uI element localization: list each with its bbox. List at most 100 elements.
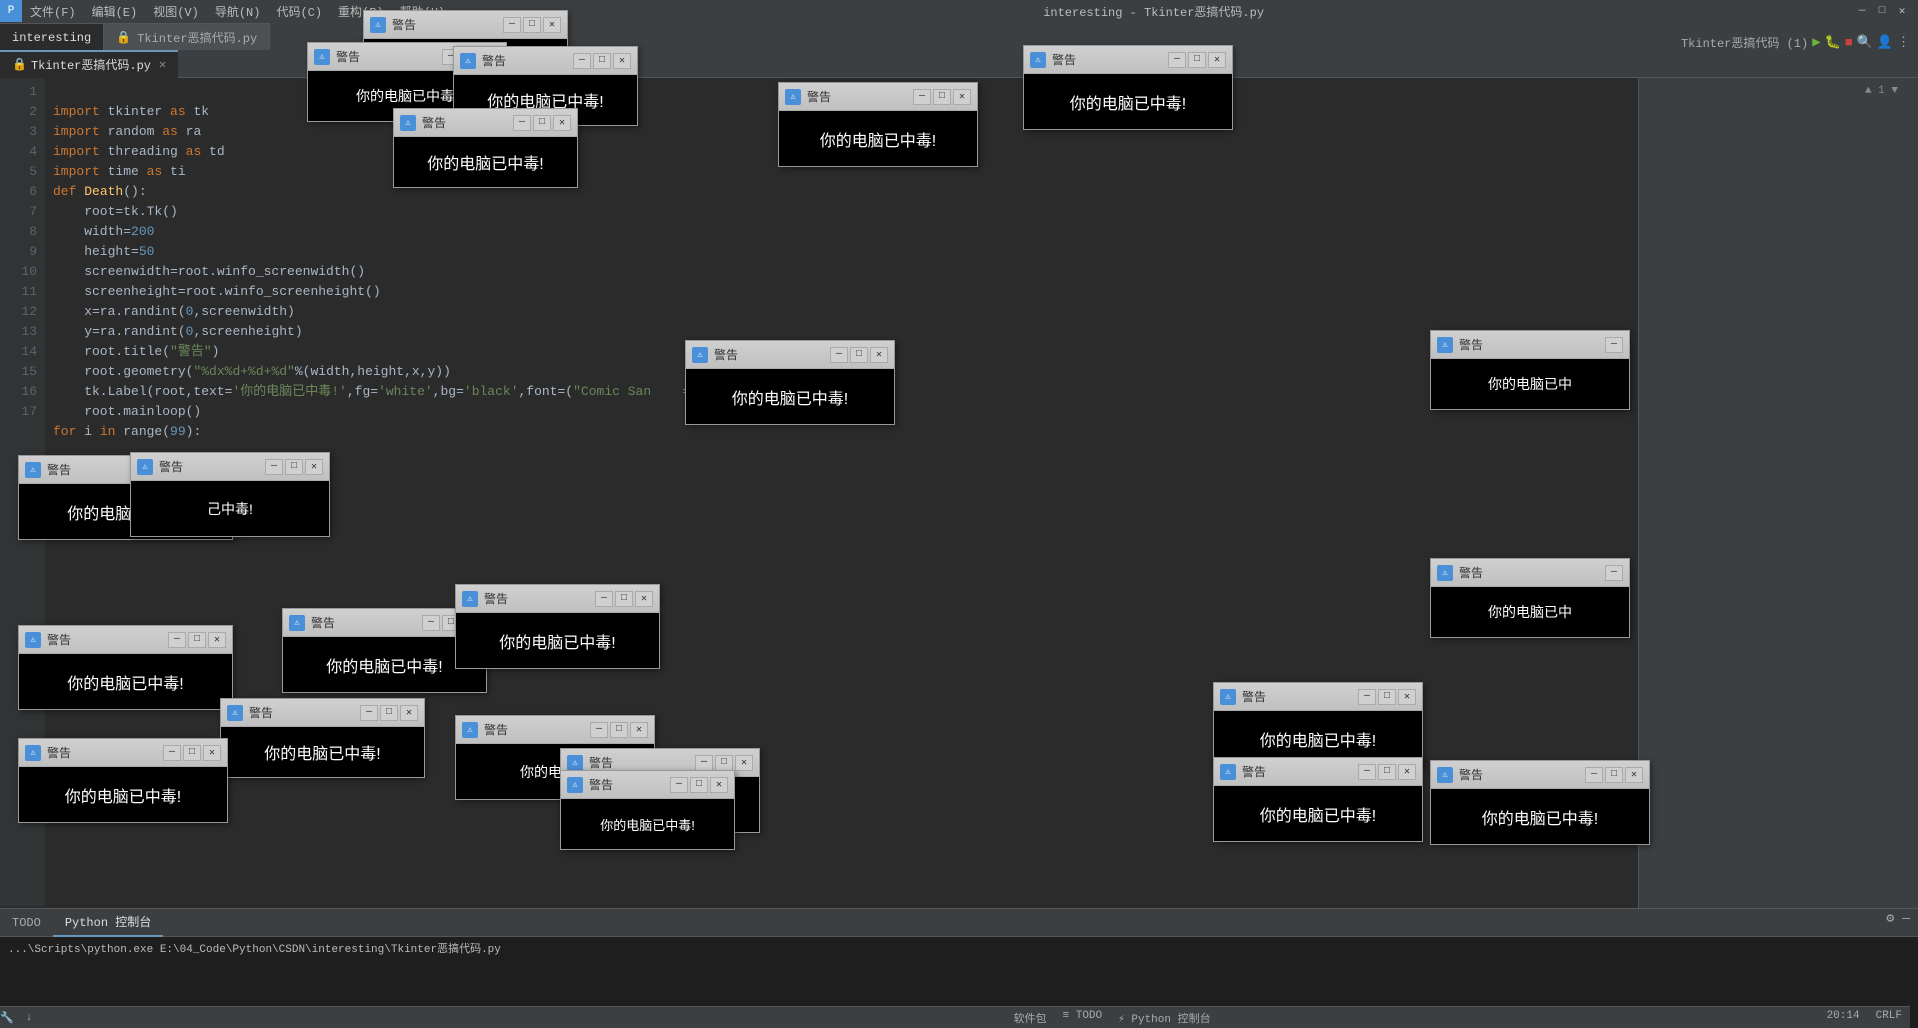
popup-close[interactable]: ✕ [870,347,888,363]
popup-maximize[interactable]: □ [1188,52,1206,68]
popup-close[interactable]: ✕ [203,745,221,761]
popup-minimize[interactable]: — [422,615,440,631]
popup-20[interactable]: ⚠ 警告 — □ ✕ 你的电脑已中毒! [18,738,228,823]
settings-icon[interactable]: ⚙ [1886,911,1894,926]
popup-maximize[interactable]: □ [1378,689,1396,705]
popup-title: 警告 [1052,51,1162,68]
popup-message: 你的电脑已中毒! [356,86,458,106]
popup-minimize[interactable]: — [573,53,591,69]
file-tab-active[interactable]: 🔒 Tkinter恶搞代码.py ✕ [0,50,178,78]
popup-14-titlebar: ⚠ 警告 — □ ✕ [221,699,424,727]
popup-close[interactable]: ✕ [553,115,571,131]
popup-title: 警告 [807,88,907,105]
terminal-tab-bar: TODO Python 控制台 ⚙ — [0,909,1918,937]
popup-close[interactable]: ✕ [630,722,648,738]
tab-file1[interactable]: 🔒 Tkinter恶搞代码.py [104,23,270,51]
popup-maximize[interactable]: □ [715,755,733,771]
popup-minimize[interactable]: — [168,632,186,648]
popup-minimize[interactable]: — [695,755,713,771]
popup-close[interactable]: ✕ [400,705,418,721]
popup-minimize[interactable]: — [913,89,931,105]
menu-edit[interactable]: 编辑(E) [84,0,146,22]
popup-18[interactable]: ⚠ 警告 — 你的电脑已中 [1430,558,1630,638]
popup-7[interactable]: ⚠ 警告 — □ ✕ 你的电脑已中毒! [685,340,895,425]
popup-close[interactable]: ✕ [1625,767,1643,783]
popup-minimize[interactable]: — [1585,767,1603,783]
run-btn[interactable]: ▶ [1812,34,1820,51]
popup-close[interactable]: ✕ [1398,764,1416,780]
popup-6[interactable]: ⚠ 警告 — □ ✕ 你的电脑已中毒! [1023,45,1233,130]
popup-close[interactable]: ✕ [635,591,653,607]
minimize-btn[interactable]: — [1854,3,1870,19]
minimize-terminal-icon[interactable]: — [1902,911,1910,926]
popup-13[interactable]: ⚠ 警告 — □ ✕ 你的电脑已中毒! [455,584,660,669]
popup-minimize[interactable]: — [595,591,613,607]
popup-10[interactable]: ⚠ 警告 — □ ✕ 己中毒! [130,452,330,537]
debug-btn[interactable]: 🐛 [1825,35,1841,50]
popup-minimize[interactable]: — [670,777,688,793]
popup-close[interactable]: ✕ [1208,52,1226,68]
popup-minimize[interactable]: — [265,459,283,475]
popup-close[interactable]: ✕ [710,777,728,793]
popup-4[interactable]: ⚠ 警告 — □ ✕ 你的电脑已中毒! [393,108,578,188]
popup-close[interactable]: ✕ [208,632,226,648]
popup-edge-top[interactable]: ⚠ 警告 — □ ✕ 你的电脑已中毒! [1430,760,1650,845]
popup-14[interactable]: ⚠ 警告 — □ ✕ 你的电脑已中毒! [220,698,425,778]
popup-maximize[interactable]: □ [188,632,206,648]
tab-close-btn[interactable]: ✕ [159,57,166,72]
popup-close[interactable]: ✕ [953,89,971,105]
popup-maximize[interactable]: □ [1605,767,1623,783]
popup-minimize[interactable]: — [503,17,521,33]
menu-file[interactable]: 文件(F) [22,0,84,22]
popup-maximize[interactable]: □ [285,459,303,475]
popup-maximize[interactable]: □ [380,705,398,721]
terminal-tab-python[interactable]: Python 控制台 [53,909,163,937]
more-btn[interactable]: ⋮ [1897,35,1910,50]
popup-maximize[interactable]: □ [523,17,541,33]
popup-minimize[interactable]: — [163,745,181,761]
popup-maximize[interactable]: □ [183,745,201,761]
popup-minimize[interactable]: — [513,115,531,131]
popup-minimize[interactable]: — [1605,565,1623,581]
popup-maximize[interactable]: □ [933,89,951,105]
popup-17[interactable]: ⚠ 警告 — □ ✕ 你的电脑已中毒! [1213,757,1423,842]
menu-view[interactable]: 视图(V) [145,0,207,22]
popup-minimize[interactable]: — [1168,52,1186,68]
popup-maximize[interactable]: □ [615,591,633,607]
popup-overlap1-titlebar: ⚠ 警告 — □ ✕ [561,771,734,799]
popup-close[interactable]: ✕ [305,459,323,475]
popup-close[interactable]: ✕ [735,755,753,771]
popup-close[interactable]: ✕ [1398,689,1416,705]
maximize-btn[interactable]: □ [1874,3,1890,19]
popup-18-titlebar: ⚠ 警告 — [1431,559,1629,587]
tab-interesting[interactable]: interesting [0,23,104,51]
popup-maximize[interactable]: □ [850,347,868,363]
popup-maximize[interactable]: □ [610,722,628,738]
popup-minimize[interactable]: — [1358,689,1376,705]
terminal-content: ...\Scripts\python.exe E:\04_Code\Python… [0,937,1918,963]
popup-overlap1[interactable]: ⚠ 警告 — □ ✕ 你的电脑已中毒! [560,770,735,850]
popup-minimize[interactable]: — [830,347,848,363]
popup-minimize[interactable]: — [1358,764,1376,780]
popup-11[interactable]: ⚠ 警告 — □ ✕ 你的电脑已中毒! [18,625,233,710]
popup-minimize[interactable]: — [590,722,608,738]
popup-maximize[interactable]: □ [533,115,551,131]
popup-minimize[interactable]: — [360,705,378,721]
popup-close[interactable]: ✕ [543,17,561,33]
popup-5-titlebar: ⚠ 警告 — □ ✕ [779,83,977,111]
terminal-tab-todo[interactable]: TODO [0,909,53,937]
popup-maximize[interactable]: □ [593,53,611,69]
popup-maximize[interactable]: □ [1378,764,1396,780]
stop-btn[interactable]: ■ [1845,35,1853,50]
popup-close[interactable]: ✕ [613,53,631,69]
popup-5[interactable]: ⚠ 警告 — □ ✕ 你的电脑已中毒! [778,82,978,167]
popup-16[interactable]: ⚠ 警告 — □ ✕ 你的电脑已中毒! [1213,682,1423,767]
menu-nav[interactable]: 导航(N) [207,0,269,22]
search-btn[interactable]: 🔍 [1857,35,1873,50]
close-btn[interactable]: ✕ [1894,3,1910,19]
menu-code[interactable]: 代码(C) [268,0,330,22]
user-btn[interactable]: 👤 [1877,35,1893,50]
popup-maximize[interactable]: □ [690,777,708,793]
popup-8[interactable]: ⚠ 警告 — 你的电脑已中 [1430,330,1630,410]
popup-minimize[interactable]: — [1605,337,1623,353]
